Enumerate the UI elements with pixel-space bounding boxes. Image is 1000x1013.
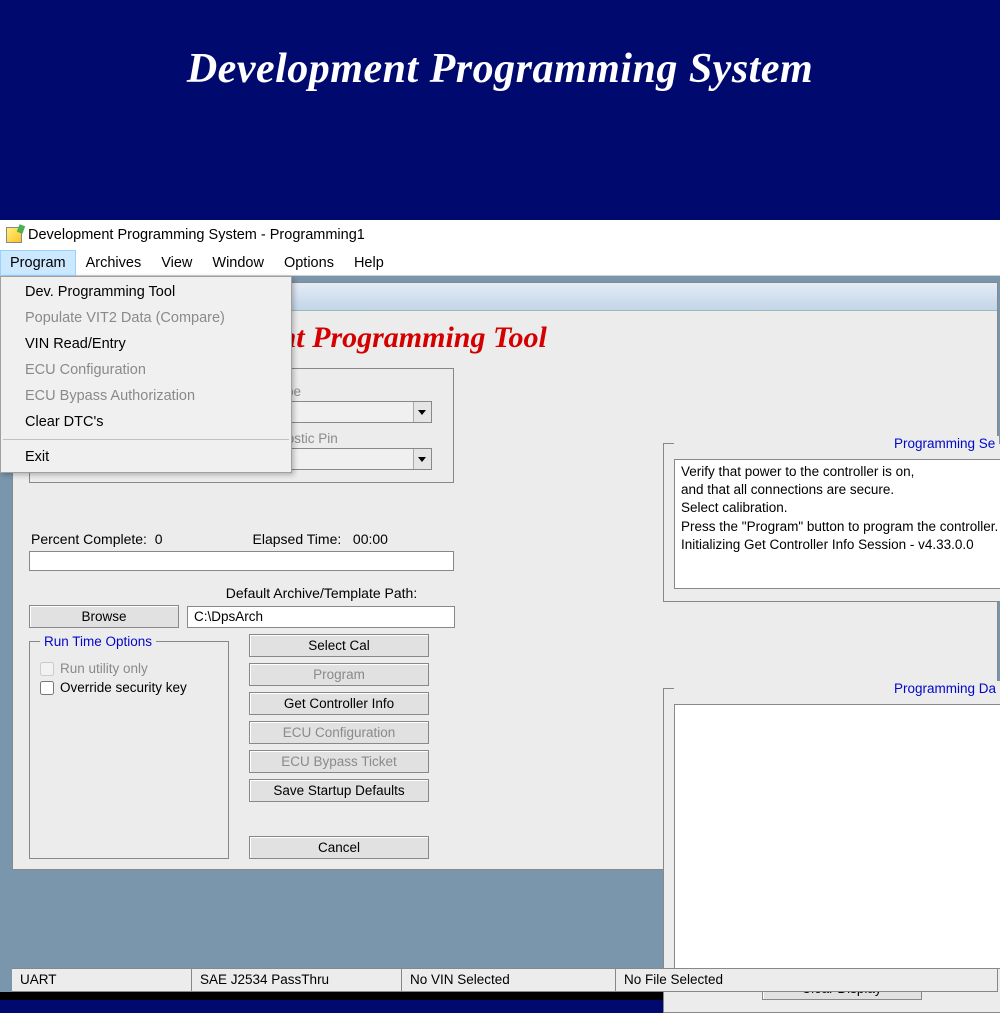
cancel-button[interactable]: Cancel — [249, 836, 429, 859]
titlebar: Development Programming System - Program… — [0, 220, 1000, 250]
menu-exit[interactable]: Exit — [1, 444, 291, 470]
programming-data-box — [674, 704, 1000, 969]
menubar: Program Archives View Window Options Hel… — [0, 250, 1000, 276]
runtime-options-group: Run Time Options Run utility only Overri… — [29, 634, 229, 859]
ecu-configuration-button[interactable]: ECU Configuration — [249, 721, 429, 744]
elapsed-time-label: Elapsed Time: — [253, 531, 342, 547]
status-interface: SAE J2534 PassThru — [192, 969, 402, 992]
archive-path-input[interactable] — [187, 606, 455, 628]
menu-dev-programming-tool[interactable]: Dev. Programming Tool — [1, 279, 291, 305]
menu-view[interactable]: View — [151, 250, 202, 276]
data-legend: Programming Da — [674, 681, 1000, 696]
menu-ecu-configuration[interactable]: ECU Configuration — [1, 357, 291, 383]
session-log: Verify that power to the controller is o… — [674, 459, 1000, 589]
override-security-label: Override security key — [60, 680, 187, 695]
program-button[interactable]: Program — [249, 663, 429, 686]
status-file: No File Selected — [616, 969, 998, 992]
chevron-down-icon[interactable] — [413, 449, 431, 469]
menu-window[interactable]: Window — [202, 250, 274, 276]
get-controller-info-button[interactable]: Get Controller Info — [249, 692, 429, 715]
percent-complete-value: 0 — [155, 531, 163, 547]
run-utility-only-label: Run utility only — [60, 661, 148, 676]
override-security-input[interactable] — [40, 681, 54, 695]
status-bar: UART SAE J2534 PassThru No VIN Selected … — [12, 968, 998, 992]
override-security-checkbox[interactable]: Override security key — [40, 680, 218, 695]
programming-session-group: Programming Se Verify that power to the … — [663, 436, 1000, 602]
menu-clear-dtcs[interactable]: Clear DTC's — [1, 409, 291, 435]
menu-ecu-bypass-auth[interactable]: ECU Bypass Authorization — [1, 383, 291, 409]
session-legend: Programming Se — [674, 436, 999, 451]
progress-bar — [29, 551, 454, 571]
window-title: Development Programming System - Program… — [28, 227, 365, 243]
save-startup-defaults-button[interactable]: Save Startup Defaults — [249, 779, 429, 802]
percent-complete-label: Percent Complete: — [31, 531, 147, 547]
action-button-stack: Select Cal Program Get Controller Info E… — [249, 634, 429, 859]
run-utility-only-input[interactable] — [40, 662, 54, 676]
ecu-bypass-ticket-button[interactable]: ECU Bypass Ticket — [249, 750, 429, 773]
run-utility-only-checkbox[interactable]: Run utility only — [40, 661, 218, 676]
runtime-legend: Run Time Options — [40, 634, 156, 649]
menu-help[interactable]: Help — [344, 250, 394, 276]
banner-title: Development Programming System — [0, 0, 1000, 153]
programming-data-group: Programming Da Clear Display — [663, 681, 1000, 1013]
app-window: Development Programming System - Program… — [0, 220, 1000, 992]
menu-archives[interactable]: Archives — [76, 250, 152, 276]
browse-button[interactable]: Browse — [29, 605, 179, 628]
menu-populate-vit2[interactable]: Populate VIT2 Data (Compare) — [1, 305, 291, 331]
menu-vin-read-entry[interactable]: VIN Read/Entry — [1, 331, 291, 357]
select-cal-button[interactable]: Select Cal — [249, 634, 429, 657]
menu-separator — [3, 439, 289, 440]
chevron-down-icon[interactable] — [413, 402, 431, 422]
program-menu-dropdown: Dev. Programming Tool Populate VIT2 Data… — [0, 276, 292, 473]
status-vin: No VIN Selected — [402, 969, 616, 992]
elapsed-time-value: 00:00 — [353, 531, 388, 547]
app-icon — [6, 227, 22, 243]
status-protocol: UART — [12, 969, 192, 992]
menu-options[interactable]: Options — [274, 250, 344, 276]
menu-program[interactable]: Program — [0, 250, 76, 276]
archive-path-label: Default Archive/Template Path: — [29, 585, 454, 601]
